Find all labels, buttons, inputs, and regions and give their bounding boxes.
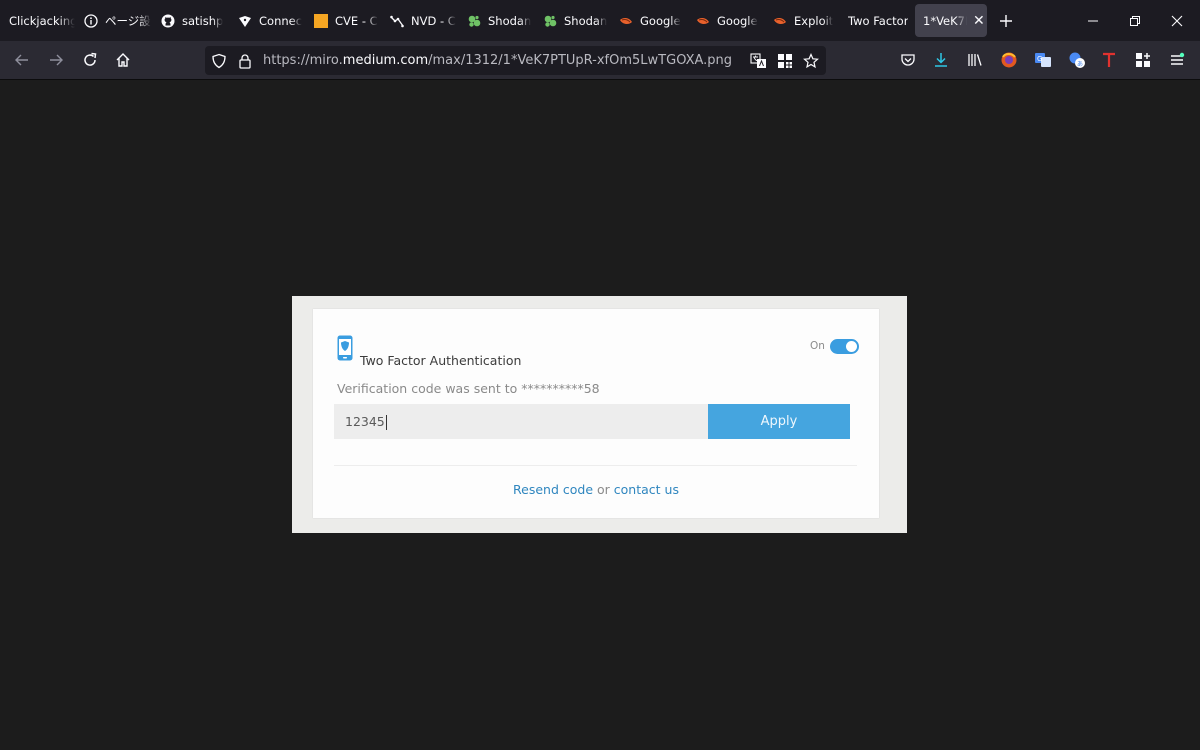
two-factor-toggle[interactable]	[830, 339, 859, 354]
toggle-knob	[846, 341, 857, 352]
verification-sent-text: Verification code was sent to **********…	[337, 381, 600, 396]
translate-icon[interactable]	[749, 51, 769, 71]
tab-label: ページ設	[105, 13, 151, 28]
tab-github[interactable]: satishp	[152, 0, 229, 41]
tab-label: Google	[717, 13, 758, 28]
navigation-toolbar: https://miro.medium.com/max/1312/1*VeK7P…	[0, 41, 1200, 80]
new-tab-button[interactable]	[987, 0, 1025, 41]
tab-page-info[interactable]: ページ設	[75, 0, 152, 41]
card-title: Two Factor Authentication	[360, 353, 522, 368]
contact-us-link[interactable]: contact us	[614, 482, 679, 497]
tab-shodan-1[interactable]: Shodan	[458, 0, 534, 41]
text-extension-icon[interactable]	[1099, 50, 1119, 70]
tab-nvd[interactable]: NVD - C	[381, 0, 458, 41]
plus-icon	[1000, 14, 1012, 27]
sheep-icon	[238, 14, 252, 28]
arrow-right-icon	[50, 54, 63, 66]
back-button[interactable]	[10, 48, 34, 72]
qr-code-icon[interactable]	[775, 51, 795, 71]
svg-text:あ: あ	[1077, 61, 1083, 68]
bookmark-star-icon[interactable]	[801, 51, 821, 71]
tab-image-active[interactable]: 1*VeK7P ✕	[915, 4, 987, 37]
tab-label: 1*VeK7P	[923, 13, 967, 28]
shodan-icon	[467, 14, 481, 28]
tab-strip: Clickjacking ページ設 satishp Connec CVE - C…	[0, 0, 1200, 41]
translate-extension-icon[interactable]: G	[1033, 50, 1053, 70]
tab-google-1[interactable]: Google	[610, 0, 687, 41]
info-icon	[84, 13, 98, 28]
exploitdb-icon	[696, 14, 710, 28]
close-window-button[interactable]	[1156, 0, 1198, 41]
tab-label: Exploit	[794, 13, 834, 28]
two-factor-card: Two Factor Authentication On Verificatio…	[313, 309, 879, 518]
text-caret	[385, 415, 387, 430]
download-icon[interactable]	[931, 50, 951, 70]
nvd-icon	[390, 14, 404, 28]
tab-google-2[interactable]: Google	[687, 0, 764, 41]
tab-label: Connec	[259, 13, 303, 28]
tab-cve[interactable]: CVE - C	[305, 0, 381, 41]
tab-label: satishp	[182, 13, 224, 28]
shodan-icon	[543, 14, 557, 28]
home-button[interactable]	[111, 48, 135, 72]
close-tab-icon[interactable]: ✕	[973, 13, 985, 29]
tab-shodan-2[interactable]: Shodan	[534, 0, 610, 41]
tab-connect[interactable]: Connec	[229, 0, 305, 41]
exploitdb-icon	[773, 14, 787, 28]
cve-icon	[314, 13, 328, 28]
toggle-label: On	[810, 340, 825, 352]
tab-label: Google	[640, 13, 681, 28]
url-host: medium.com	[342, 53, 429, 68]
tab-label: Shodan	[488, 13, 532, 28]
code-value: 12345	[345, 414, 385, 429]
minimize-button[interactable]	[1072, 0, 1114, 41]
image-viewer[interactable]: Two Factor Authentication On Verificatio…	[292, 296, 907, 533]
tab-label: Clickjacking	[9, 13, 75, 28]
home-icon	[116, 53, 130, 67]
tab-label: NVD - C	[411, 13, 456, 28]
pocket-icon[interactable]	[898, 50, 918, 70]
phone-shield-icon	[337, 335, 353, 361]
extensions-icon[interactable]	[1133, 50, 1153, 70]
firefox-extension-icon[interactable]	[999, 50, 1019, 70]
reload-icon	[84, 52, 97, 66]
github-icon	[161, 14, 175, 28]
lock-icon[interactable]	[235, 51, 255, 71]
translator-extension-icon[interactable]: あ	[1067, 50, 1087, 70]
minimize-icon	[1088, 20, 1098, 21]
tab-label: Two Factor	[848, 13, 909, 28]
tab-two-factor[interactable]: Two Factor	[840, 0, 915, 41]
url-text[interactable]: https://miro.medium.com/max/1312/1*VeK7P…	[263, 46, 732, 75]
tab-label: Shodan	[564, 13, 608, 28]
tab-exploit[interactable]: Exploit	[764, 0, 840, 41]
or-text: or	[593, 482, 614, 497]
tab-clickjacking[interactable]: Clickjacking	[0, 0, 75, 41]
forward-button[interactable]	[44, 48, 68, 72]
apply-button[interactable]: Apply	[708, 404, 850, 439]
shield-icon[interactable]	[209, 51, 229, 71]
restore-icon	[1130, 15, 1140, 26]
library-icon[interactable]	[965, 50, 985, 70]
footer-links: Resend code or contact us	[313, 482, 879, 497]
verification-code-input[interactable]: 12345	[334, 404, 708, 439]
exploitdb-icon	[619, 14, 633, 28]
resend-code-link[interactable]: Resend code	[513, 482, 593, 497]
reload-button[interactable]	[78, 48, 102, 72]
url-bar[interactable]: https://miro.medium.com/max/1312/1*VeK7P…	[205, 46, 826, 75]
svg-text:G: G	[1037, 55, 1042, 63]
url-path: /max/1312/1*VeK7PTUpR-xfOm5LwTGOXA.png	[428, 53, 733, 68]
tab-label: CVE - C	[335, 13, 378, 28]
divider	[334, 465, 857, 466]
arrow-left-icon	[15, 54, 28, 66]
close-icon	[1171, 15, 1183, 26]
restore-button[interactable]	[1114, 0, 1156, 41]
menu-icon[interactable]	[1167, 50, 1187, 70]
url-prefix: https://miro.	[263, 53, 343, 68]
